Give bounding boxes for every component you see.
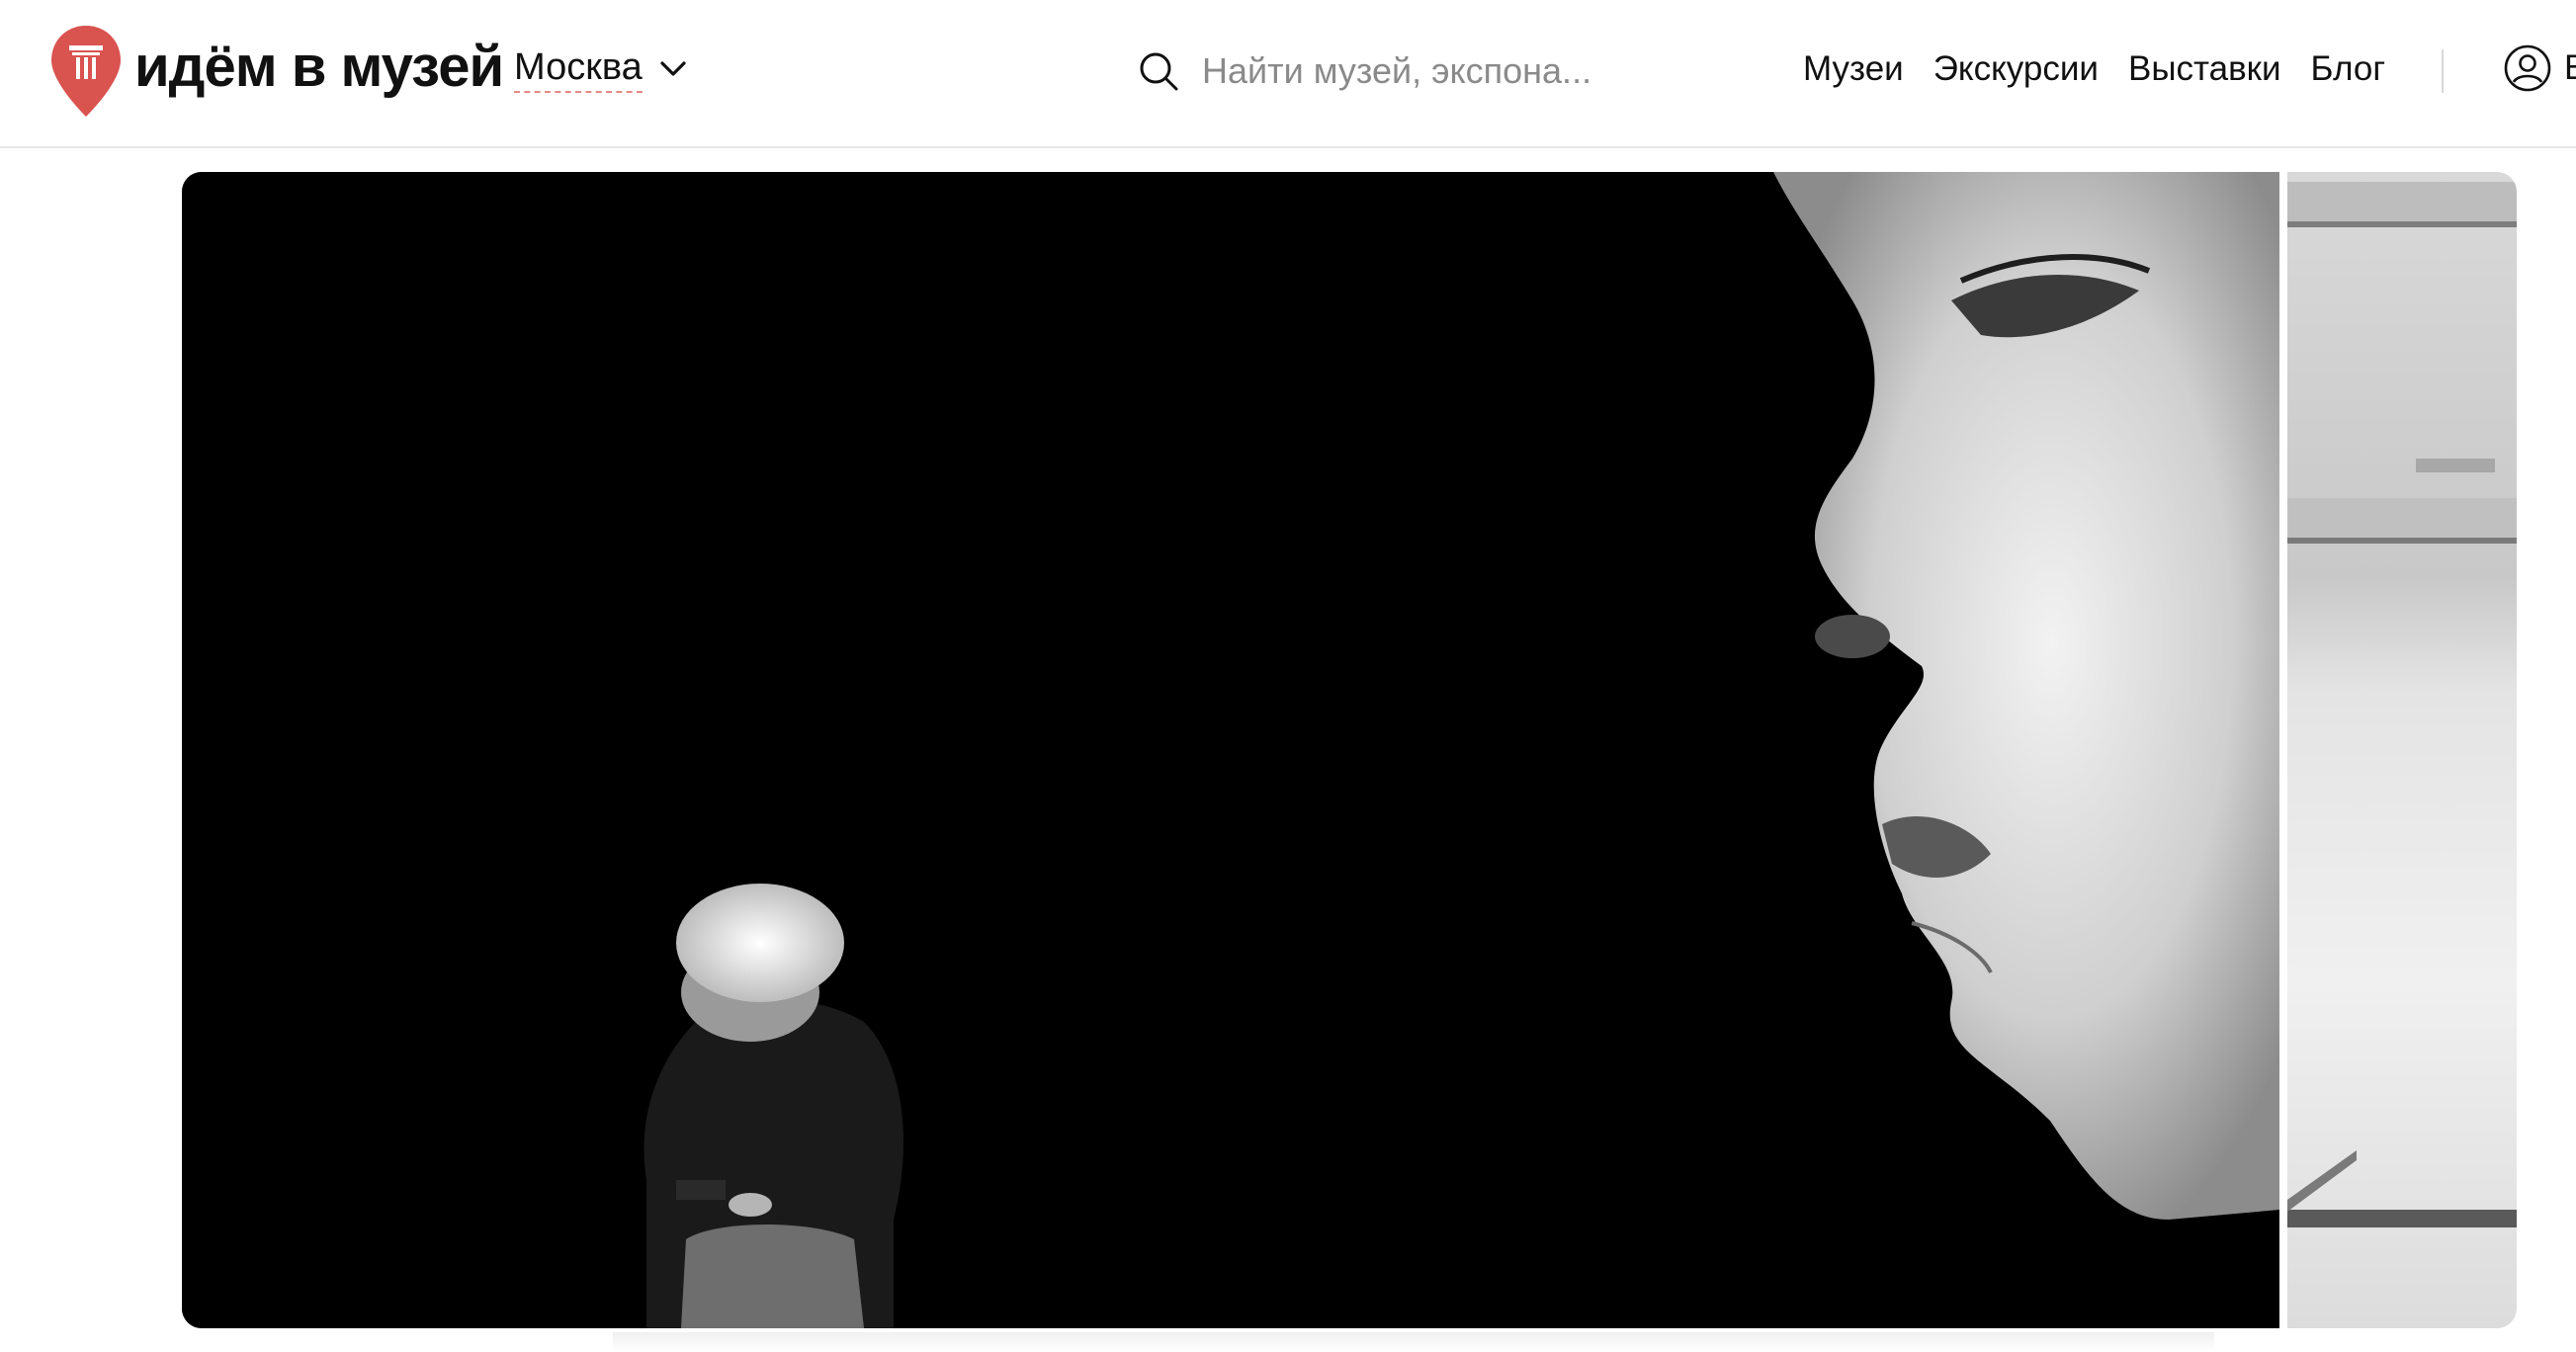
- city-label: Москва: [514, 45, 643, 93]
- nav-excursions[interactable]: Экскурсии: [1933, 49, 2099, 89]
- photo-carousel[interactable]: [0, 148, 2576, 1352]
- nav-museums[interactable]: Музеи: [1803, 49, 1904, 89]
- user-login[interactable]: В: [2503, 43, 2576, 93]
- user-label: В: [2564, 48, 2576, 87]
- site-header: идём в музей Москва Музеи Экскурсии Выст…: [0, 0, 2576, 148]
- nav-exhibitions[interactable]: Выставки: [2128, 49, 2281, 89]
- logo-text: идём в музей: [134, 35, 504, 99]
- chevron-down-icon: [660, 61, 686, 76]
- carousel-shadow: [613, 1332, 2214, 1352]
- search-input[interactable]: [1202, 50, 1716, 92]
- city-selector[interactable]: Москва: [514, 45, 688, 93]
- slide-photo: [182, 172, 2279, 1328]
- logo[interactable]: идём в музей: [49, 24, 504, 119]
- search-icon[interactable]: [1137, 49, 1180, 93]
- search-bar[interactable]: [1137, 42, 1750, 101]
- slide-photo-next: [2287, 182, 2517, 1227]
- carousel-slide-next[interactable]: [2287, 172, 2517, 1328]
- nav-divider: [2442, 49, 2444, 93]
- nav-blog[interactable]: Блог: [2311, 49, 2386, 89]
- main-nav: Музеи Экскурсии Выставки Блог: [1803, 49, 2385, 89]
- carousel-slide-main[interactable]: [182, 172, 2279, 1328]
- map-pin-column-icon: [51, 26, 121, 117]
- user-avatar-icon: [2504, 44, 2551, 92]
